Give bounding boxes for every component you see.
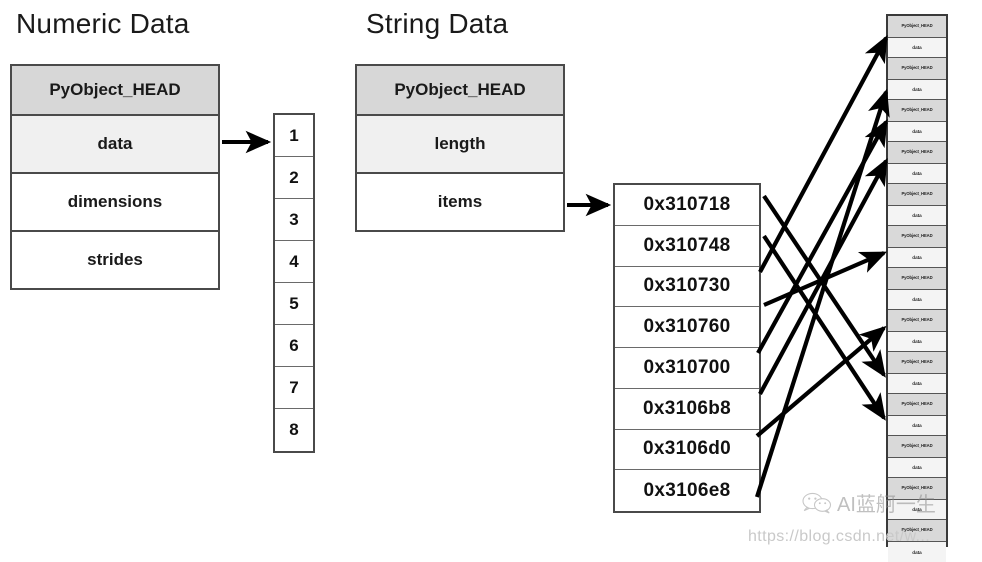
heap-pyobject-head-cell: PyObject_HEAD [888, 310, 946, 332]
pointer-address-cell: 0x310718 [615, 185, 759, 226]
heap-pyobject-head-cell: PyObject_HEAD [888, 394, 946, 416]
numeric-array-cell: 3 [275, 199, 313, 241]
pointer-address-cell: 0x310730 [615, 267, 759, 308]
heap-pyobject-head-cell: PyObject_HEAD [888, 58, 946, 80]
pointer-to-heap-arrow [758, 35, 888, 273]
heap-pyobject-head-cell: PyObject_HEAD [888, 226, 946, 248]
pointer-to-heap-arrow [758, 158, 888, 395]
pointer-to-heap-arrow [755, 325, 887, 438]
numeric-data-title: Numeric Data [16, 8, 190, 39]
pointer-to-heap-arrow [756, 119, 888, 355]
heap-data-cell: data [888, 164, 946, 184]
pointer-address-cell: 0x310748 [615, 226, 759, 267]
heap-data-cell: data [888, 290, 946, 310]
url-watermark: https://blog.csdn.net/w... [748, 528, 931, 545]
heap-data-cell: data [888, 332, 946, 352]
heap-data-cell: data [888, 38, 946, 58]
heap-pyobject-head-cell: PyObject_HEAD [888, 16, 946, 38]
numeric-field-dimensions: dimensions [12, 174, 218, 232]
heap-pyobject-head-cell: PyObject_HEAD [888, 268, 946, 290]
numeric-value-array: 1234567 8 [273, 113, 315, 453]
numeric-array-cell: 4 [275, 241, 313, 283]
numeric-array-cell: 6 [275, 325, 313, 367]
pointer-to-heap-arrow [763, 251, 888, 307]
heap-data-cell: data [888, 206, 946, 226]
wechat-icon [802, 492, 832, 514]
pointer-address-cell: 0x3106b8 [615, 389, 759, 430]
numeric-field-strides: strides [12, 232, 218, 288]
string-field-length: length [357, 116, 563, 174]
numeric-array-cell: 7 [275, 367, 313, 409]
numeric-array-cell: 1 [275, 115, 313, 157]
wechat-watermark-text: AI蓝舸一生 [837, 494, 936, 516]
numeric-array-cell: 8 [289, 420, 299, 439]
heap-pyobject-head-cell: PyObject_HEAD [888, 436, 946, 458]
string-field-pyobject-head: PyObject_HEAD [357, 66, 563, 116]
pointer-address-cell: 0x310700 [615, 348, 759, 389]
pointer-address-cell: 0x3106d0 [615, 430, 759, 471]
numeric-field-data: data [12, 116, 218, 174]
pointer-address-cell: 0x310760 [615, 307, 759, 348]
heap-data-cell: data [888, 416, 946, 436]
string-data-title: String Data [366, 8, 509, 39]
numeric-array-cell: 2 [275, 157, 313, 199]
heap-pyobject-head-cell: PyObject_HEAD [888, 142, 946, 164]
heap-data-cell: data [888, 374, 946, 394]
numeric-field-pyobject-head: PyObject_HEAD [12, 66, 218, 116]
pointer-address-array: 0x310718 0x310748 0x310730 0x310760 0x310700… [613, 183, 761, 513]
heap-pyobject-head-cell: PyObject_HEAD [888, 184, 946, 206]
heap-object-column: PyObject_HEAD data PyObject_HEAD data PyObje… [886, 14, 948, 562]
heap-pyobject-head-cell: PyObject_HEAD [888, 352, 946, 374]
wechat-watermark: AI蓝舸一生 [802, 488, 936, 517]
diagram-canvas: Numeric Data String Data PyObject_HEAD d… [0, 0, 982, 562]
heap-pyobject-head-cell: PyObject_HEAD [888, 100, 946, 122]
pointer-to-heap-arrow [754, 88, 890, 498]
heap-data-cell: data [888, 80, 946, 100]
heap-data-cell: data [888, 248, 946, 268]
pointer-to-heap-arrow [762, 234, 886, 421]
heap-data-cell: data [888, 458, 946, 478]
numeric-array-cell: 5 [275, 283, 313, 325]
pointer-to-heap-arrow [762, 194, 886, 378]
heap-data-cell: data [888, 122, 946, 142]
string-field-items: items [357, 174, 563, 230]
scatter-pointer-arrows [754, 35, 890, 498]
string-struct-box: PyObject_HEAD length items [355, 64, 565, 232]
numeric-struct-box: PyObject_HEAD data dimensions strides [10, 64, 220, 290]
pointer-address-cell: 0x3106e8 [643, 479, 731, 501]
